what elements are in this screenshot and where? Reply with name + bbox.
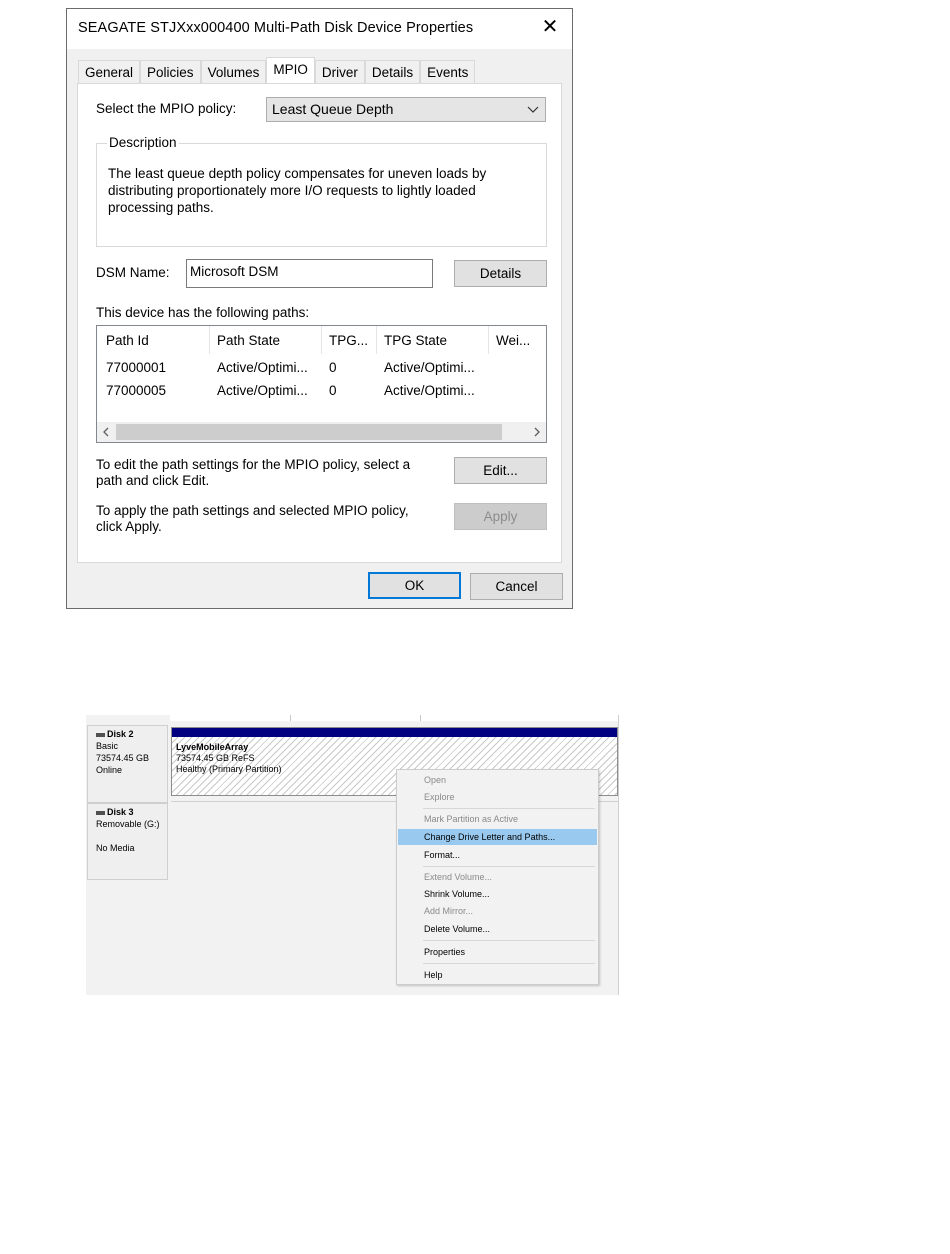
disk-3-label[interactable]: Disk 3 Removable (G:) No Media xyxy=(87,803,168,880)
top-strip xyxy=(170,715,618,721)
description-group: Description The least queue depth policy… xyxy=(96,135,547,247)
column-header-path-id[interactable]: Path Id xyxy=(106,333,206,348)
disk-status: No Media xyxy=(96,843,135,853)
menu-separator xyxy=(423,866,595,867)
tab-events[interactable]: Events xyxy=(420,60,476,83)
disk-name: Disk 3 xyxy=(107,807,134,817)
disk-type: Basic xyxy=(96,741,119,751)
column-header-path-state[interactable]: Path State xyxy=(217,333,317,348)
divider xyxy=(420,715,421,721)
title-bar: SEAGATE STJXxx000400 Multi-Path Disk Dev… xyxy=(67,9,572,49)
tab-mpio[interactable]: MPIO xyxy=(266,57,315,83)
disk-name: Disk 2 xyxy=(107,729,134,739)
divider xyxy=(290,715,291,721)
menu-separator xyxy=(423,940,595,941)
column-header-weight[interactable]: Wei... xyxy=(496,333,546,348)
tpg-cell: 0 xyxy=(329,383,337,398)
mpio-tab-panel: Select the MPIO policy: Least Queue Dept… xyxy=(77,83,562,563)
paths-list[interactable]: Path Id Path State TPG... TPG State Wei.… xyxy=(96,325,547,443)
disk-icon xyxy=(96,810,105,815)
menu-item-open[interactable]: Open xyxy=(398,772,597,788)
cancel-button[interactable]: Cancel xyxy=(470,573,563,600)
menu-item-properties[interactable]: Properties xyxy=(398,944,597,960)
tab-strip: General Policies Volumes MPIO Driver Det… xyxy=(78,57,476,83)
partition-bar xyxy=(172,728,617,737)
edit-instructions: To edit the path settings for the MPIO p… xyxy=(96,457,411,488)
chevron-down-icon xyxy=(527,98,539,129)
tpg-cell: 0 xyxy=(329,360,337,375)
mpio-policy-select[interactable]: Least Queue Depth xyxy=(266,97,546,122)
path-id-cell: 77000001 xyxy=(106,360,167,375)
scroll-left-icon[interactable] xyxy=(97,422,115,442)
context-menu: Open Explore Mark Partition as Active Ch… xyxy=(396,769,599,985)
paths-label: This device has the following paths: xyxy=(96,305,310,320)
table-row[interactable]: 77000001 Active/Optimi... 0 Active/Optim… xyxy=(97,360,546,380)
edit-button[interactable]: Edit... xyxy=(454,457,547,484)
menu-item-help[interactable]: Help xyxy=(398,967,597,983)
table-row[interactable]: 77000005 Active/Optimi... 0 Active/Optim… xyxy=(97,383,546,403)
details-button[interactable]: Details xyxy=(454,260,547,287)
ok-button[interactable]: OK xyxy=(368,572,461,599)
horizontal-scrollbar[interactable] xyxy=(97,422,546,442)
menu-item-change-drive-letter[interactable]: Change Drive Letter and Paths... xyxy=(398,829,597,845)
dsm-name-label: DSM Name: xyxy=(96,265,170,280)
apply-button[interactable]: Apply xyxy=(454,503,547,530)
policy-label: Select the MPIO policy: xyxy=(96,101,237,116)
menu-item-shrink-volume[interactable]: Shrink Volume... xyxy=(398,886,597,902)
tab-policies[interactable]: Policies xyxy=(140,60,201,83)
tab-general[interactable]: General xyxy=(78,60,141,83)
apply-instructions: To apply the path settings and selected … xyxy=(96,503,409,534)
close-icon[interactable]: ✕ xyxy=(538,15,562,39)
partition-health: Healthy (Primary Partition) xyxy=(176,764,282,774)
menu-item-mark-active[interactable]: Mark Partition as Active xyxy=(398,811,597,827)
dsm-name-field[interactable]: Microsoft DSM xyxy=(186,259,433,288)
disk-icon xyxy=(96,732,105,737)
path-state-cell: Active/Optimi... xyxy=(217,383,308,398)
menu-separator xyxy=(423,808,595,809)
dialog-title: SEAGATE STJXxx000400 Multi-Path Disk Dev… xyxy=(78,20,474,36)
device-properties-dialog: SEAGATE STJXxx000400 Multi-Path Disk Dev… xyxy=(66,8,573,609)
disk-size: 73574.45 GB xyxy=(96,753,150,763)
menu-item-add-mirror[interactable]: Add Mirror... xyxy=(398,903,597,919)
partition-name: LyveMobileArray xyxy=(176,742,249,752)
menu-item-explore[interactable]: Explore xyxy=(398,789,597,805)
disk-type: Removable (G:) xyxy=(96,819,160,829)
tpg-state-cell: Active/Optimi... xyxy=(384,383,475,398)
tpg-state-cell: Active/Optimi... xyxy=(384,360,475,375)
tab-details[interactable]: Details xyxy=(364,60,421,83)
path-id-cell: 77000005 xyxy=(106,383,167,398)
column-header-tpg[interactable]: TPG... xyxy=(329,333,377,348)
menu-item-format[interactable]: Format... xyxy=(398,847,597,863)
partition-size: 73574.45 GB ReFS xyxy=(176,753,255,763)
description-text: The least queue depth policy compensates… xyxy=(108,166,487,215)
menu-separator xyxy=(423,963,595,964)
description-title: Description xyxy=(107,135,179,150)
scrollbar-thumb[interactable] xyxy=(116,424,502,440)
list-header: Path Id Path State TPG... TPG State Wei.… xyxy=(97,333,546,353)
policy-value: Least Queue Depth xyxy=(272,101,394,117)
disk-status: Online xyxy=(96,765,123,775)
scroll-right-icon[interactable] xyxy=(528,422,546,442)
disk-2-label[interactable]: Disk 2 Basic 73574.45 GB Online xyxy=(87,725,168,803)
path-state-cell: Active/Optimi... xyxy=(217,360,308,375)
tab-volumes[interactable]: Volumes xyxy=(200,60,267,83)
column-header-tpg-state[interactable]: TPG State xyxy=(384,333,484,348)
menu-item-extend-volume[interactable]: Extend Volume... xyxy=(398,869,597,885)
tab-driver[interactable]: Driver xyxy=(314,60,365,83)
menu-item-delete-volume[interactable]: Delete Volume... xyxy=(398,921,597,937)
